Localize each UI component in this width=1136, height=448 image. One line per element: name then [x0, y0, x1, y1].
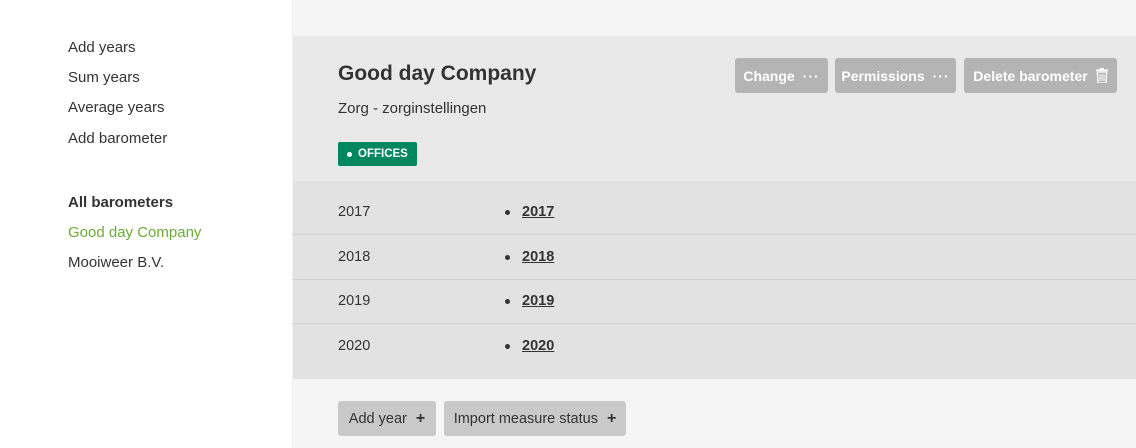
page-title: Good day Company — [338, 62, 537, 85]
trash-icon — [1095, 68, 1108, 83]
page-subtitle: Zorg - zorginstellingen — [338, 100, 487, 117]
year-link[interactable]: 2018 — [522, 235, 554, 280]
change-button[interactable]: Change ··· — [735, 58, 828, 93]
sidebar-heading-all-barometers: All barometers — [68, 194, 174, 211]
year-label: 2020 — [338, 338, 371, 354]
sidebar-link-add-barometer[interactable]: Add barometer — [68, 130, 167, 148]
year-label: 2018 — [338, 249, 371, 265]
sidebar: Add years Sum years Average years Add ba… — [0, 0, 293, 448]
category-tag: OFFICES — [338, 142, 417, 166]
change-button-label: Change — [743, 67, 795, 84]
delete-button-label: Delete barometer — [973, 67, 1088, 84]
plus-icon: + — [606, 409, 617, 427]
year-link[interactable]: 2017 — [522, 190, 554, 235]
import-label: Import measure status — [453, 410, 598, 427]
permissions-button[interactable]: Permissions ··· — [835, 58, 956, 93]
sidebar-link-average-years[interactable]: Average years — [68, 99, 164, 117]
year-row: 2017 2017 — [293, 190, 1136, 235]
main-content: Good day Company Zorg - zorginstellingen… — [293, 0, 1136, 448]
year-link[interactable]: 2020 — [522, 324, 554, 369]
bullet-icon — [505, 210, 510, 215]
delete-barometer-button[interactable]: Delete barometer — [964, 58, 1117, 93]
year-row: 2019 2019 — [293, 279, 1136, 324]
sidebar-barometer-good-day-company[interactable]: Good day Company — [68, 224, 201, 242]
plus-icon: + — [415, 409, 426, 427]
sidebar-link-add-years[interactable]: Add years — [68, 39, 136, 57]
permissions-button-label: Permissions — [841, 67, 925, 84]
sidebar-barometer-mooiweer[interactable]: Mooiweer B.V. — [68, 254, 164, 272]
add-year-label: Add year — [348, 410, 407, 427]
import-measure-status-button[interactable]: Import measure status + — [444, 401, 626, 436]
bullet-icon — [505, 344, 510, 349]
sidebar-link-sum-years[interactable]: Sum years — [68, 69, 140, 87]
barometer-header: Good day Company Zorg - zorginstellingen… — [293, 36, 1136, 181]
tag-label: OFFICES — [358, 148, 408, 160]
bullet-icon — [505, 299, 510, 304]
year-row: 2020 2020 — [293, 324, 1136, 369]
years-list: 2017 2017 2018 2018 2019 2019 2020 2020 — [293, 181, 1136, 379]
bullet-icon — [505, 255, 510, 260]
tag-dot-icon — [347, 151, 352, 157]
add-year-button[interactable]: Add year + — [338, 401, 436, 436]
more-icon: ··· — [932, 67, 950, 84]
year-link[interactable]: 2019 — [522, 279, 554, 324]
year-label: 2019 — [338, 293, 371, 309]
year-row: 2018 2018 — [293, 235, 1136, 280]
more-icon: ··· — [802, 67, 820, 84]
year-label: 2017 — [338, 204, 371, 220]
